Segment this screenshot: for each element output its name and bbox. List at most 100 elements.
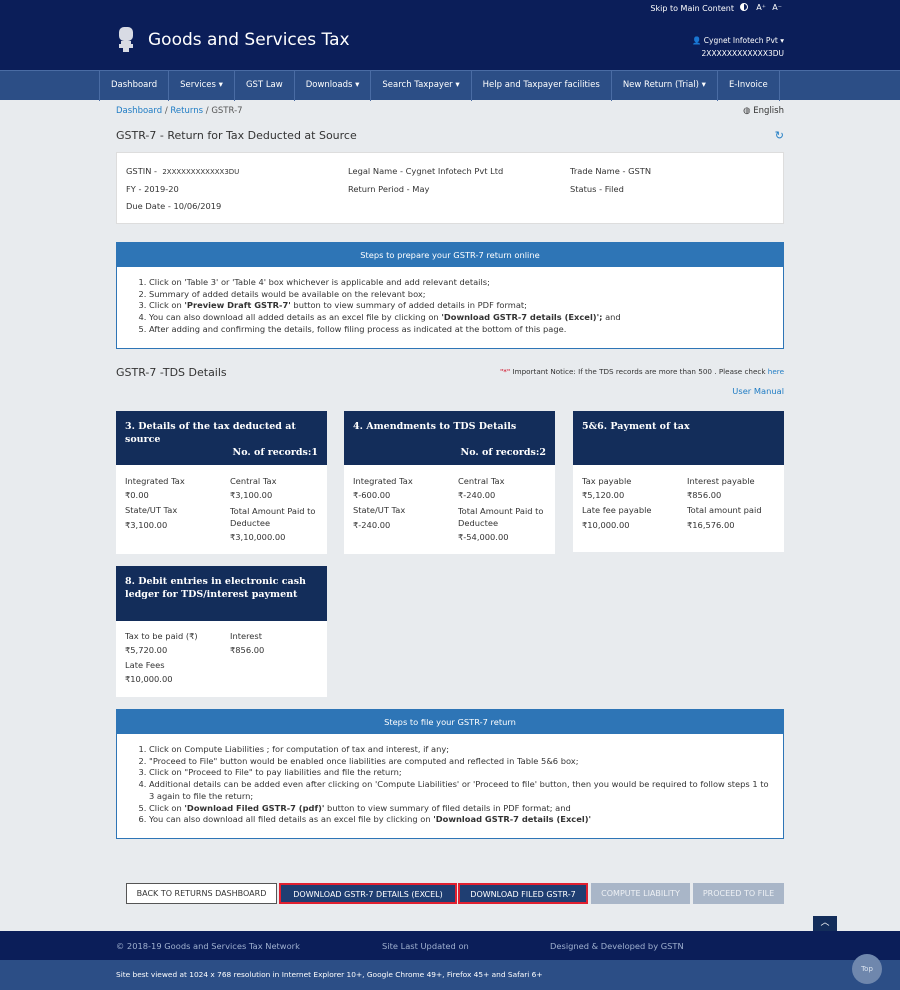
state-tax-value: ₹-240.00: [353, 520, 391, 530]
list-item: Click on 'Download Filed GSTR-7 (pdf)' b…: [149, 803, 773, 815]
main-nav: Dashboard Services ▾ GST Law Downloads ▾…: [0, 70, 900, 101]
breadcrumb-separator: /: [164, 106, 168, 116]
integrated-tax-value: ₹0.00: [125, 490, 149, 500]
nav-dashboard[interactable]: Dashboard: [99, 71, 170, 101]
central-tax-value: ₹3,100.00: [230, 490, 273, 500]
language-selector[interactable]: ◍ English: [743, 106, 784, 116]
language-label: English: [753, 106, 784, 116]
state-tax-label: State/UT Tax: [353, 505, 406, 515]
tile-title: 5&6. Payment of tax: [582, 421, 690, 432]
return-period: Return Period - May: [348, 184, 430, 194]
site-header: Goods and Services Tax 👤 Cygnet Infotech…: [0, 17, 900, 70]
notice-here-link[interactable]: here: [768, 367, 784, 376]
user-manual-link[interactable]: User Manual: [732, 386, 784, 396]
scroll-top-button[interactable]: Top: [852, 954, 882, 984]
font-increase-button[interactable]: A⁺: [756, 3, 766, 12]
proceed-to-file-button[interactable]: PROCEED TO FILE: [693, 883, 784, 904]
breadcrumb: Dashboard / Returns / GSTR-7: [116, 106, 243, 116]
list-item: Click on 'Preview Draft GSTR-7' button t…: [149, 300, 773, 312]
list-item: After adding and confirming the details,…: [149, 324, 773, 336]
refresh-icon[interactable]: ↻: [775, 129, 784, 142]
designed-by: Designed & Developed by GSTN: [550, 941, 684, 951]
font-decrease-button[interactable]: A⁻: [772, 3, 782, 12]
steps-prepare-header: Steps to prepare your GSTR-7 return onli…: [117, 243, 783, 267]
back-to-returns-dashboard-button[interactable]: BACK TO RETURNS DASHBOARD: [126, 883, 277, 904]
state-tax-label: State/UT Tax: [125, 505, 178, 515]
gstin-label: GSTIN - 2XXXXXXXXXXXX3DU: [126, 166, 240, 176]
compute-liability-button[interactable]: COMPUTE LIABILITY: [591, 883, 690, 904]
tile-table-4[interactable]: 4. Amendments to TDS Details No. of reco…: [344, 411, 555, 554]
tax-payable-label: Tax payable: [582, 476, 632, 486]
nav-e-invoice[interactable]: E-Invoice: [718, 71, 780, 101]
interest-value: ₹856.00: [230, 645, 265, 655]
total-paid-label: Total Amount Paid to Deductee: [230, 506, 316, 528]
tile-header: 8. Debit entries in electronic cash ledg…: [116, 566, 327, 621]
breadcrumb-returns[interactable]: Returns: [170, 106, 203, 116]
nav-downloads[interactable]: Downloads ▾: [295, 71, 372, 101]
nav-gst-law[interactable]: GST Law: [235, 71, 295, 101]
steps-file-panel: Steps to file your GSTR-7 return Click o…: [116, 709, 784, 839]
list-item: Click on Compute Liabilities ; for compu…: [149, 744, 773, 756]
due-date: Due Date - 10/06/2019: [126, 201, 222, 211]
breadcrumb-current: GSTR-7: [211, 106, 243, 116]
tile-debit-entries[interactable]: 8. Debit entries in electronic cash ledg…: [116, 566, 327, 697]
list-item: You can also download all added details …: [149, 312, 773, 324]
trade-name: Trade Name - GSTN: [570, 166, 652, 176]
download-excel-button[interactable]: DOWNLOAD GSTR-7 DETAILS (EXCEL): [279, 883, 457, 904]
best-viewed-text: Site best viewed at 1024 x 768 resolutio…: [116, 970, 543, 979]
total-paid-value: ₹-54,000.00: [458, 532, 509, 542]
list-item: You can also download all filed details …: [149, 814, 773, 826]
late-fee-value: ₹10,000.00: [582, 520, 630, 530]
user-menu[interactable]: 👤 Cygnet Infotech Pvt ▾ 2XXXXXXXXXXXX3DU: [692, 34, 784, 60]
list-item: Click on 'Table 3' or 'Table 4' box whic…: [149, 277, 773, 289]
nav-help[interactable]: Help and Taxpayer facilities: [472, 71, 612, 101]
nav-search-taxpayer[interactable]: Search Taxpayer ▾: [371, 71, 472, 101]
tile-title: 3. Details of the tax deducted at source: [125, 421, 296, 445]
contrast-icon[interactable]: [740, 3, 748, 11]
late-fees-value: ₹10,000.00: [125, 674, 173, 684]
total-paid-value: ₹3,10,000.00: [230, 532, 286, 542]
emblem-logo-icon[interactable]: [116, 24, 136, 54]
interest-payable-label: Interest payable: [687, 476, 755, 486]
important-notice: "*" Important Notice: If the TDS records…: [499, 367, 784, 376]
central-tax-value: ₹-240.00: [458, 490, 496, 500]
integrated-tax-label: Integrated Tax: [353, 476, 413, 486]
interest-label: Interest: [230, 631, 262, 641]
site-last-updated: Site Last Updated on: [382, 941, 469, 951]
tile-header: 5&6. Payment of tax: [573, 411, 784, 465]
chevron-up-icon[interactable]: ︿: [813, 916, 837, 931]
download-filed-gstr7-button[interactable]: DOWNLOAD FILED GSTR-7: [458, 883, 588, 904]
breadcrumb-dashboard[interactable]: Dashboard: [116, 106, 162, 116]
list-item: Additional details can be added even aft…: [149, 779, 773, 802]
footer-browser-note: Site best viewed at 1024 x 768 resolutio…: [0, 960, 900, 990]
footer: © 2018-19 Goods and Services Tax Network…: [0, 931, 900, 960]
integrated-tax-label: Integrated Tax: [125, 476, 185, 486]
total-amount-label: Total amount paid: [687, 505, 762, 515]
nav-services[interactable]: Services ▾: [169, 71, 235, 101]
total-amount-value: ₹16,576.00: [687, 520, 735, 530]
globe-icon: ◍: [743, 106, 751, 116]
total-paid-label: Total Amount Paid to Deductee: [458, 506, 544, 528]
records-count: No. of records:2: [460, 447, 546, 458]
action-buttons: BACK TO RETURNS DASHBOARD DOWNLOAD GSTR-…: [0, 883, 900, 905]
tax-to-be-paid-label: Tax to be paid (₹): [125, 631, 198, 641]
tile-header: 3. Details of the tax deducted at source…: [116, 411, 327, 465]
tax-to-be-paid-value: ₹5,720.00: [125, 645, 168, 655]
late-fee-label: Late fee payable: [582, 505, 652, 515]
tile-payment-of-tax[interactable]: 5&6. Payment of tax Tax payable Interest…: [573, 411, 784, 552]
tile-header: 4. Amendments to TDS Details No. of reco…: [344, 411, 555, 465]
interest-payable-value: ₹856.00: [687, 490, 722, 500]
list-item: Click on "Proceed to File" to pay liabil…: [149, 767, 773, 779]
site-title[interactable]: Goods and Services Tax: [148, 30, 350, 50]
nav-new-return[interactable]: New Return (Trial) ▾: [612, 71, 718, 101]
state-tax-value: ₹3,100.00: [125, 520, 168, 530]
skip-to-main-link[interactable]: Skip to Main Content: [650, 4, 734, 13]
financial-year: FY - 2019-20: [126, 184, 179, 194]
top-utility-bar: Skip to Main Content A⁺ A⁻: [0, 0, 900, 17]
copyright-text: © 2018-19 Goods and Services Tax Network: [116, 941, 300, 951]
tile-table-3[interactable]: 3. Details of the tax deducted at source…: [116, 411, 327, 554]
chevron-down-icon: ▾: [780, 36, 784, 45]
user-icon: 👤: [692, 36, 702, 45]
legal-name: Legal Name - Cygnet Infotech Pvt Ltd: [348, 166, 504, 176]
user-name: Cygnet Infotech Pvt: [703, 36, 778, 45]
